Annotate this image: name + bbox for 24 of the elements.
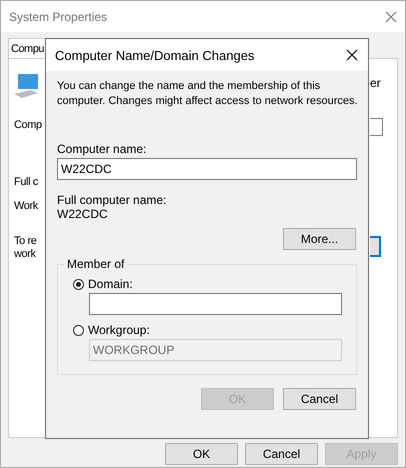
window-title: System Properties xyxy=(9,10,108,24)
more-button[interactable]: More... xyxy=(283,228,356,250)
dialog-button[interactable]: Cancel xyxy=(283,388,356,410)
field-label: Computer name: xyxy=(57,142,146,156)
radio-button[interactable]: Domain: xyxy=(73,277,133,291)
dialog-button[interactable]: OK xyxy=(165,443,238,465)
text-field[interactable] xyxy=(370,118,383,136)
computer-name-field[interactable]: W22CDC xyxy=(57,158,357,180)
label: er xyxy=(370,77,381,90)
radio-button[interactable]: Workgroup: xyxy=(73,323,150,337)
field-label: Full computer name: xyxy=(57,193,166,207)
dialog-title: Computer Name/Domain Changes xyxy=(55,48,256,62)
text-field[interactable] xyxy=(89,293,342,315)
label: Full c xyxy=(14,176,38,189)
label: work xyxy=(14,248,36,261)
group-title: Member of xyxy=(64,257,128,271)
label: Comp xyxy=(14,119,42,132)
full-computer-name: W22CDC xyxy=(57,207,108,221)
label: Work xyxy=(14,200,38,213)
description: You can change the name and the membership of this computer. Changes might affect access to network resources. xyxy=(57,79,359,109)
close-icon[interactable] xyxy=(346,49,358,61)
label: To re xyxy=(14,235,36,248)
button[interactable] xyxy=(370,236,381,257)
dialog-button[interactable]: Cancel xyxy=(245,443,318,465)
